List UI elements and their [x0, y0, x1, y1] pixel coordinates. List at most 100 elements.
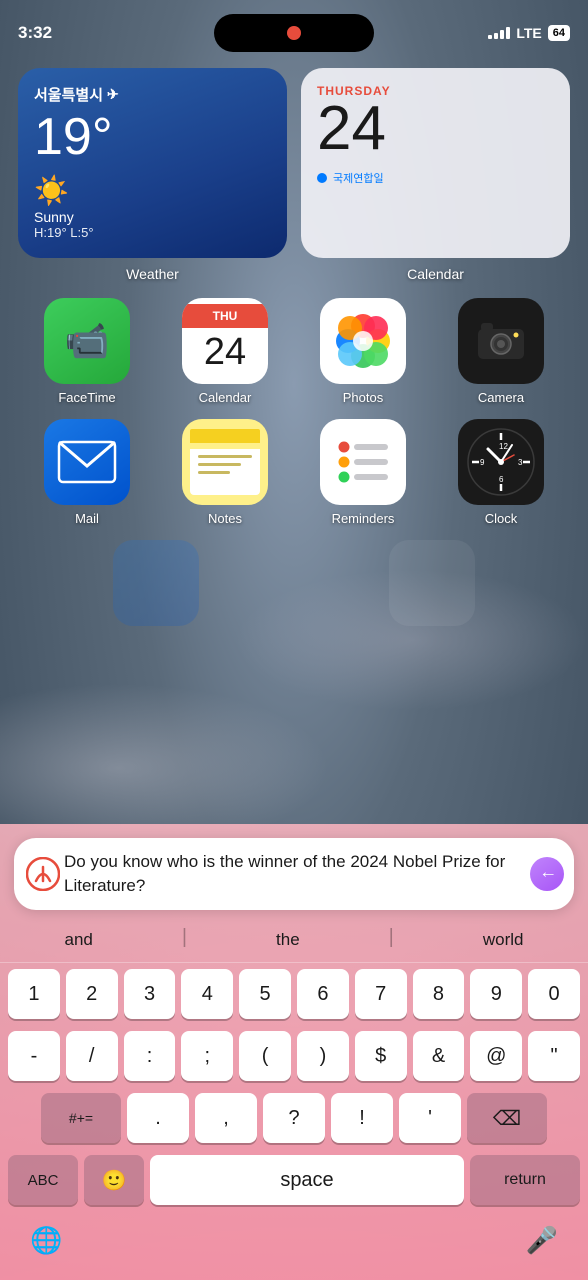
weather-desc: Sunny [34, 209, 271, 225]
weather-label: Weather [18, 266, 287, 282]
key-dash[interactable]: - [8, 1031, 60, 1081]
key-close-paren[interactable]: ) [297, 1031, 349, 1081]
calendar-app-label: Calendar [199, 390, 252, 405]
key-0[interactable]: 0 [528, 969, 580, 1019]
key-dollar[interactable]: $ [355, 1031, 407, 1081]
app-row-2: Mail Notes [18, 419, 570, 526]
globe-icon[interactable]: 🌐 [30, 1225, 62, 1256]
app-clock[interactable]: 12 3 6 9 Clock [441, 419, 561, 526]
app-calendar[interactable]: THU 24 Calendar [165, 298, 285, 405]
calendar-label: Calendar [301, 266, 570, 282]
key-open-paren[interactable]: ( [239, 1031, 291, 1081]
app-partial-2 [372, 540, 492, 626]
photos-label: Photos [343, 390, 383, 405]
notes-label: Notes [208, 511, 242, 526]
weather-city: 서울특별시 ✈ [34, 84, 271, 105]
svg-text:12: 12 [499, 442, 508, 451]
app-grid: 📹 FaceTime THU 24 Calendar [18, 298, 570, 634]
autocomplete-world[interactable]: world [463, 926, 544, 954]
chat-input-text[interactable]: Do you know who is the winner of the 202… [64, 850, 524, 898]
send-button[interactable]: ↑ [530, 857, 564, 891]
cal-event: 국제연합일 [317, 170, 554, 186]
widgets-labels: Weather Calendar [18, 266, 570, 282]
key-3[interactable]: 3 [124, 969, 176, 1019]
facetime-icon: 📹 [44, 298, 130, 384]
app-mail[interactable]: Mail [27, 419, 147, 526]
key-2[interactable]: 2 [66, 969, 118, 1019]
app-facetime[interactable]: 📹 FaceTime [27, 298, 147, 405]
dynamic-island [214, 14, 374, 52]
calendar-icon: THU 24 [182, 298, 268, 384]
key-apostrophe[interactable]: ' [399, 1093, 461, 1143]
status-right: LTE 64 [488, 25, 570, 41]
key-exclaim[interactable]: ! [331, 1093, 393, 1143]
key-at[interactable]: @ [470, 1031, 522, 1081]
chat-input-container: Do you know who is the winner of the 202… [14, 838, 574, 910]
facetime-label: FaceTime [58, 390, 115, 405]
svg-text:9: 9 [480, 458, 485, 467]
key-semicolon[interactable]: ; [181, 1031, 233, 1081]
cal-event-text: 국제연합일 [333, 170, 384, 186]
key-quote[interactable]: " [528, 1031, 580, 1081]
camera-icon [458, 298, 544, 384]
reminders-label: Reminders [332, 511, 395, 526]
cal-dot [317, 173, 327, 183]
key-8[interactable]: 8 [413, 969, 465, 1019]
key-comma[interactable]: , [195, 1093, 257, 1143]
key-emoji[interactable]: 🙂 [84, 1155, 144, 1205]
key-4[interactable]: 4 [181, 969, 233, 1019]
key-1[interactable]: 1 [8, 969, 60, 1019]
autocomplete-and[interactable]: and [44, 926, 112, 954]
key-question[interactable]: ? [263, 1093, 325, 1143]
svg-text:3: 3 [518, 458, 523, 467]
key-9[interactable]: 9 [470, 969, 522, 1019]
svg-text:6: 6 [499, 475, 504, 484]
key-7[interactable]: 7 [355, 969, 407, 1019]
weather-icon: ☀️ [34, 174, 271, 207]
key-colon[interactable]: : [124, 1031, 176, 1081]
app-row-1: 📹 FaceTime THU 24 Calendar [18, 298, 570, 405]
key-slash[interactable]: / [66, 1031, 118, 1081]
widgets-area: 서울특별시 ✈ 19° ☀️ Sunny H:19° L:5° THURSDAY… [18, 68, 570, 282]
clock-label: Clock [485, 511, 518, 526]
battery-indicator: 64 [548, 25, 570, 41]
autocomplete-the[interactable]: the [256, 926, 320, 954]
key-6[interactable]: 6 [297, 969, 349, 1019]
key-period[interactable]: . [127, 1093, 189, 1143]
app-row-partial [18, 540, 570, 626]
number-row: 1 2 3 4 5 6 7 8 9 0 [0, 963, 588, 1025]
app-camera[interactable]: Camera [441, 298, 561, 405]
key-return[interactable]: return [470, 1155, 580, 1205]
cal-date: 24 [317, 98, 554, 160]
status-time: 3:32 [18, 23, 52, 43]
key-hash-toggle[interactable]: #+= [41, 1093, 121, 1143]
symbol-row-2: #+= . , ? ! ' ⌫ [0, 1087, 588, 1149]
key-space[interactable]: space [150, 1155, 464, 1205]
lte-label: LTE [516, 25, 541, 41]
camera-label: Camera [478, 390, 524, 405]
status-bar: 3:32 LTE 64 [0, 0, 588, 54]
app-reminders[interactable]: Reminders [303, 419, 423, 526]
clock-icon: 12 3 6 9 [458, 419, 544, 505]
autocomplete-row: and | the | world [0, 918, 588, 963]
mic-icon[interactable]: 🎤 [526, 1225, 558, 1256]
key-backspace[interactable]: ⌫ [467, 1093, 547, 1143]
weather-hl: H:19° L:5° [34, 225, 271, 240]
app-notes[interactable]: Notes [165, 419, 285, 526]
bottom-bar: 🌐 🎤 [0, 1215, 588, 1280]
app-photos[interactable]: Photos [303, 298, 423, 405]
signal-bars [488, 27, 510, 39]
weather-temp: 19° [34, 109, 271, 166]
app-partial-1 [96, 540, 216, 626]
mail-icon [44, 419, 130, 505]
weather-widget[interactable]: 서울특별시 ✈ 19° ☀️ Sunny H:19° L:5° [18, 68, 287, 258]
key-abc[interactable]: ABC [8, 1155, 78, 1205]
key-ampersand[interactable]: & [413, 1031, 465, 1081]
notes-icon [182, 419, 268, 505]
symbol-row-1: - / : ; ( ) $ & @ " [0, 1025, 588, 1087]
mail-label: Mail [75, 511, 99, 526]
photos-icon [320, 298, 406, 384]
record-dot [287, 26, 301, 40]
key-5[interactable]: 5 [239, 969, 291, 1019]
calendar-widget[interactable]: THURSDAY 24 국제연합일 [301, 68, 570, 258]
